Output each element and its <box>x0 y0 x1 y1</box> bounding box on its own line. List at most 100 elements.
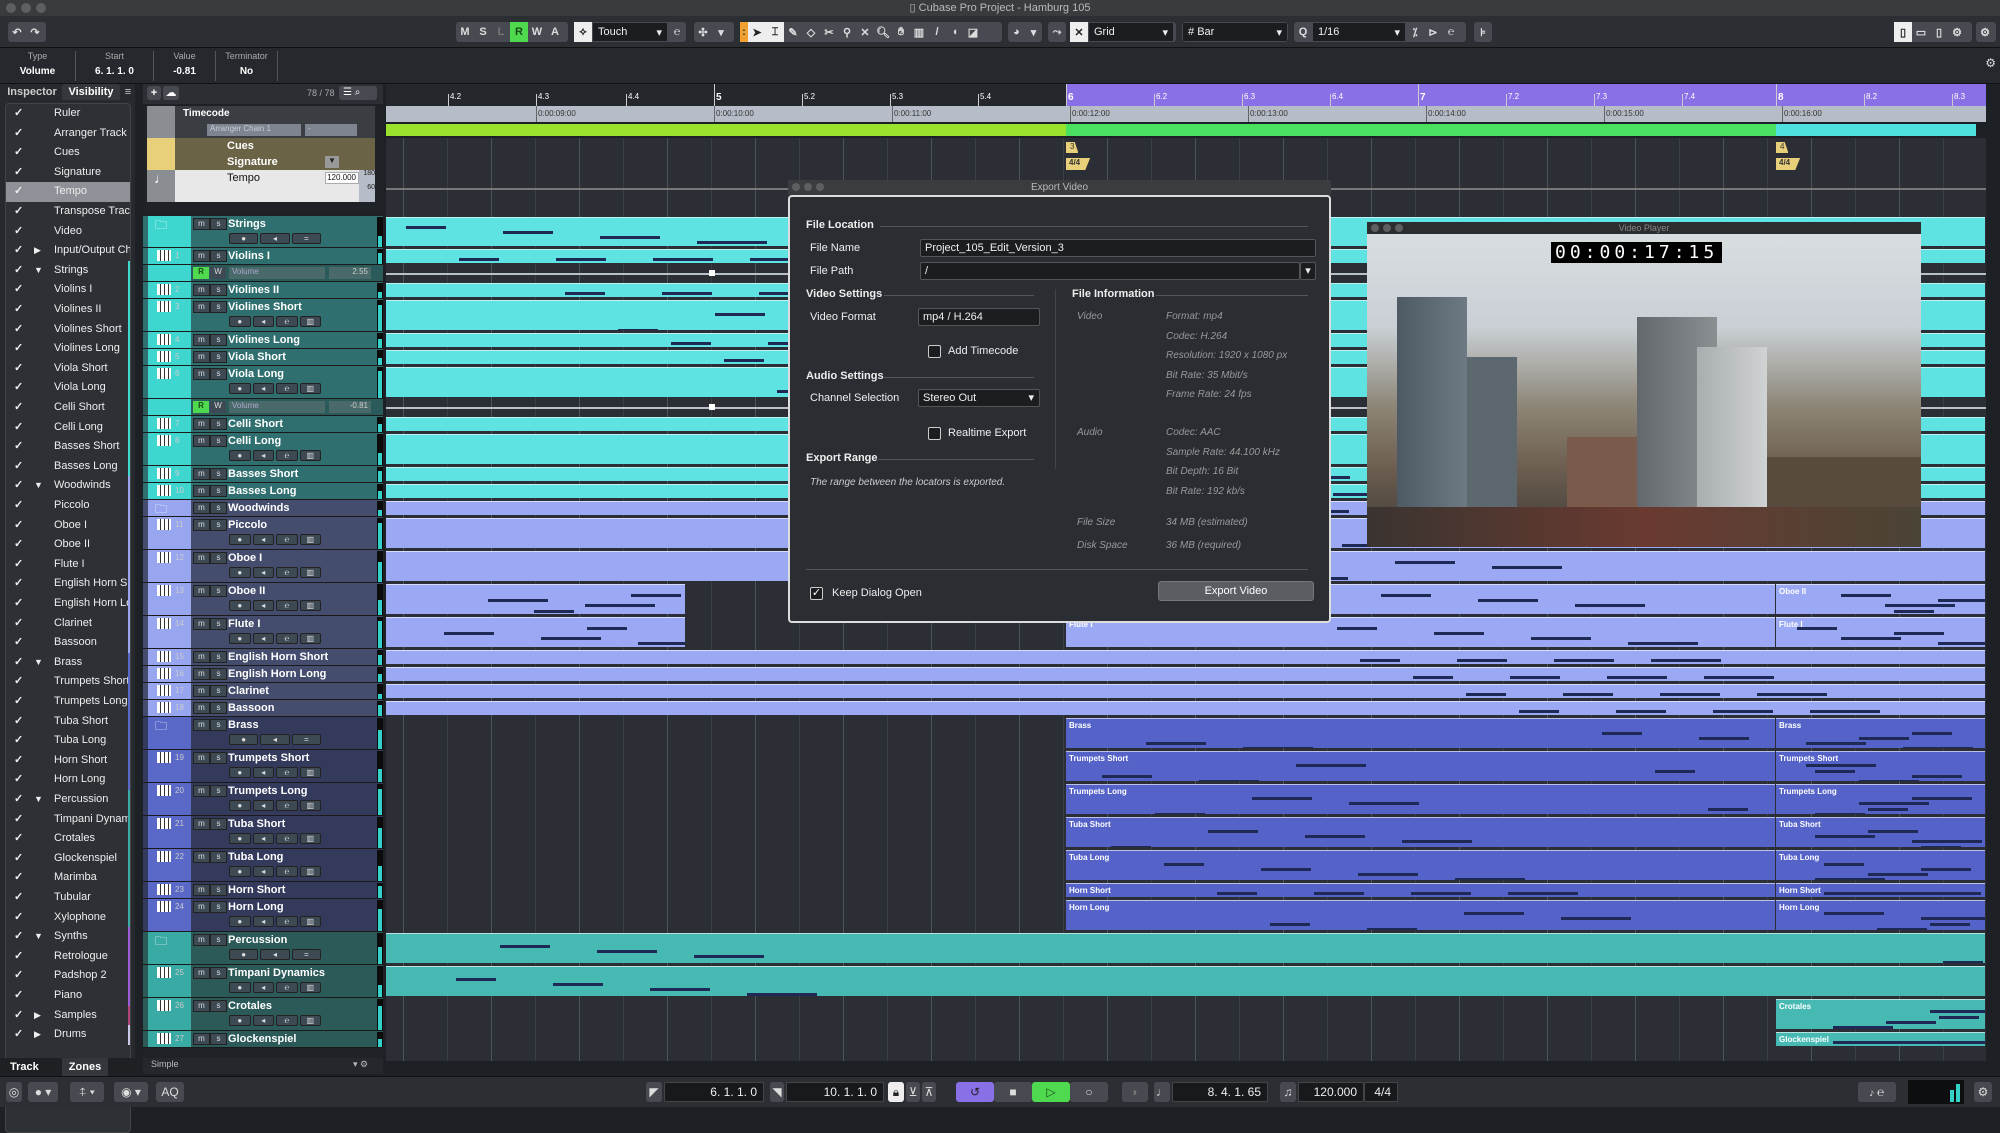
file-name-input[interactable]: Project_105_Edit_Version_3 <box>920 239 1316 257</box>
zoom-tool[interactable]: 🔍︎ <box>874 22 892 42</box>
automation-panel-button[interactable]: A <box>546 22 564 42</box>
visibility-item[interactable]: ✓ Padshop 2 <box>6 966 130 986</box>
track-preset-select[interactable]: Simple <box>151 1059 179 1069</box>
monitor-button[interactable]: ◂ <box>260 233 290 244</box>
solo-button[interactable]: s <box>210 368 227 380</box>
checkmark-icon[interactable]: ✓ <box>14 182 23 202</box>
play-tool[interactable]: ◖ <box>946 22 964 42</box>
instrument-track[interactable]: 15 m s English Horn Short <box>143 649 383 666</box>
solo-button[interactable]: s <box>210 752 227 764</box>
event-part[interactable] <box>386 933 1985 963</box>
edit-instrument-button[interactable]: ℮ <box>276 982 298 993</box>
checkmark-icon[interactable]: ✓ <box>14 908 23 928</box>
instrument-track[interactable]: 5 m s Viola Short <box>143 349 383 366</box>
checkmark-icon[interactable]: ✓ <box>14 574 23 594</box>
monitor-button[interactable]: ◂ <box>252 316 274 327</box>
checkmark-icon[interactable]: ✓ <box>14 418 23 438</box>
minimize-window-button[interactable] <box>21 3 31 13</box>
color-palette-icon[interactable]: ◕ <box>1008 22 1025 42</box>
mute-button[interactable]: m <box>193 468 210 480</box>
monitor-button[interactable]: ◂ <box>252 800 274 811</box>
visibility-item[interactable]: ✓ Basses Short <box>6 437 130 457</box>
solo-button[interactable]: s <box>210 934 227 946</box>
add-track-button[interactable]: + <box>147 86 161 100</box>
solo-button[interactable]: s <box>210 218 227 230</box>
mute-button[interactable]: m <box>193 418 210 430</box>
write-automation-toggle[interactable]: W <box>210 267 226 279</box>
triangle-down-icon[interactable]: ▼ <box>34 653 43 673</box>
glue-tool[interactable]: ⚲ <box>838 22 856 42</box>
instrument-track[interactable]: 12 m s Oboe I ● ◂ ℮ ▥ <box>143 550 383 583</box>
visibility-item[interactable]: ✓ ▼ Percussion <box>6 790 130 810</box>
cloud-icon[interactable]: ☁ <box>163 86 179 100</box>
folder-group-icon[interactable]: = <box>291 233 321 244</box>
instrument-track[interactable]: 1 m s Violins I <box>143 248 383 265</box>
quantize-select[interactable]: 1/16 ▾ <box>1313 23 1405 41</box>
visibility-item[interactable]: ✓ Piccolo <box>6 496 130 516</box>
info-value[interactable]: Value -0.81 <box>154 51 216 81</box>
visibility-item[interactable]: ✓ Violines Long <box>6 339 130 359</box>
solo-button[interactable]: s <box>210 351 227 363</box>
checkmark-icon[interactable]: ✓ <box>14 143 23 163</box>
object-selection-tool[interactable]: ➤ <box>748 22 766 42</box>
visibility-item[interactable]: ✓ Tuba Long <box>6 731 130 751</box>
mute-button[interactable]: m <box>193 785 210 797</box>
mute-button[interactable]: m <box>193 368 210 380</box>
instrument-track[interactable]: 26 m s Crotales ● ◂ ℮ ▥ <box>143 998 383 1031</box>
edit-instrument-button[interactable]: ℮ <box>276 1015 298 1026</box>
video-player-window[interactable]: Video Player 00:00:17:15 <box>1367 222 1921 547</box>
checkmark-icon[interactable]: ✓ <box>14 849 23 869</box>
file-path-dropdown[interactable]: ▾ <box>1300 262 1316 280</box>
lock-icon[interactable]: 🔒︎ <box>888 1082 904 1102</box>
visibility-item[interactable]: ✓ English Horn Sh <box>6 574 130 594</box>
automation-mode-select[interactable]: Touch ▾ <box>593 23 667 41</box>
checkmark-icon[interactable]: ✓ <box>14 241 23 261</box>
monitor-button[interactable]: ◂ <box>260 734 290 745</box>
checkmark-icon[interactable]: ✓ <box>14 555 23 575</box>
mute-button[interactable]: m <box>193 334 210 346</box>
mute-button[interactable]: m <box>193 218 210 230</box>
record-button[interactable]: ○ <box>1070 1082 1108 1102</box>
mute-button[interactable]: m <box>193 934 210 946</box>
mute-button[interactable]: m <box>193 585 210 597</box>
event-part[interactable]: Trumpets Long <box>1066 784 1775 814</box>
checkmark-icon[interactable]: ✓ <box>14 712 23 732</box>
play-button[interactable]: ▷ <box>1032 1082 1070 1102</box>
event-part[interactable] <box>386 684 1985 698</box>
write-automation-button[interactable]: W <box>528 22 546 42</box>
automation-value[interactable]: 2.55 <box>329 267 371 279</box>
event-part[interactable]: Flute I <box>1776 617 1985 647</box>
piano-roll-button[interactable]: ▥ <box>299 633 321 644</box>
monitor-button[interactable]: ◂ <box>260 949 290 960</box>
mute-button[interactable]: m <box>193 284 210 296</box>
triangle-down-icon[interactable]: ▼ <box>34 476 43 496</box>
info-start[interactable]: Start 6. 1. 1. 0 <box>76 51 154 81</box>
mute-mode-button[interactable]: M <box>456 22 474 42</box>
checkmark-icon[interactable]: ✓ <box>14 770 23 790</box>
piano-roll-button[interactable]: ▥ <box>299 383 321 394</box>
visibility-item[interactable]: ✓ Marimba <box>6 868 130 888</box>
chevron-down-icon[interactable]: ▾ <box>1025 22 1042 42</box>
solo-button[interactable]: s <box>210 468 227 480</box>
checkmark-icon[interactable]: ✓ <box>14 457 23 477</box>
event-part[interactable]: Glockenspiel <box>1776 1032 1985 1046</box>
visibility-item[interactable]: ✓ Clarinet <box>6 613 130 634</box>
read-automation-toggle[interactable]: R <box>193 401 209 413</box>
monitor-button[interactable]: ◂ <box>252 450 274 461</box>
event-part[interactable] <box>386 584 685 614</box>
iterative-quantize-icon[interactable]: ⁒ <box>1406 22 1424 42</box>
instrument-track[interactable]: 22 m s Tuba Long ● ◂ ℮ ▥ <box>143 849 383 882</box>
range-selection-tool[interactable]: ⌶ <box>766 22 784 42</box>
hand-tool[interactable]: ✋︎ <box>892 22 910 42</box>
monitor-button[interactable]: ◂ <box>252 833 274 844</box>
automation-track[interactable]: R W Volume -0.81 <box>143 399 383 416</box>
tempo-value[interactable]: 120.000 <box>325 172 359 184</box>
triangle-down-icon[interactable]: ▼ <box>34 927 43 947</box>
solo-button[interactable]: s <box>210 334 227 346</box>
mute-button[interactable]: m <box>193 351 210 363</box>
visibility-item[interactable]: ✓ Viola Long <box>6 378 130 398</box>
global-track-tempo[interactable]: ♩ Tempo 120.000 180 60 <box>147 170 375 202</box>
instrument-track[interactable]: 7 m s Celli Short <box>143 416 383 433</box>
quantize-apply-icon[interactable]: ⊳ <box>1424 22 1442 42</box>
visibility-item[interactable]: ✓ Glockenspiel <box>6 848 130 869</box>
